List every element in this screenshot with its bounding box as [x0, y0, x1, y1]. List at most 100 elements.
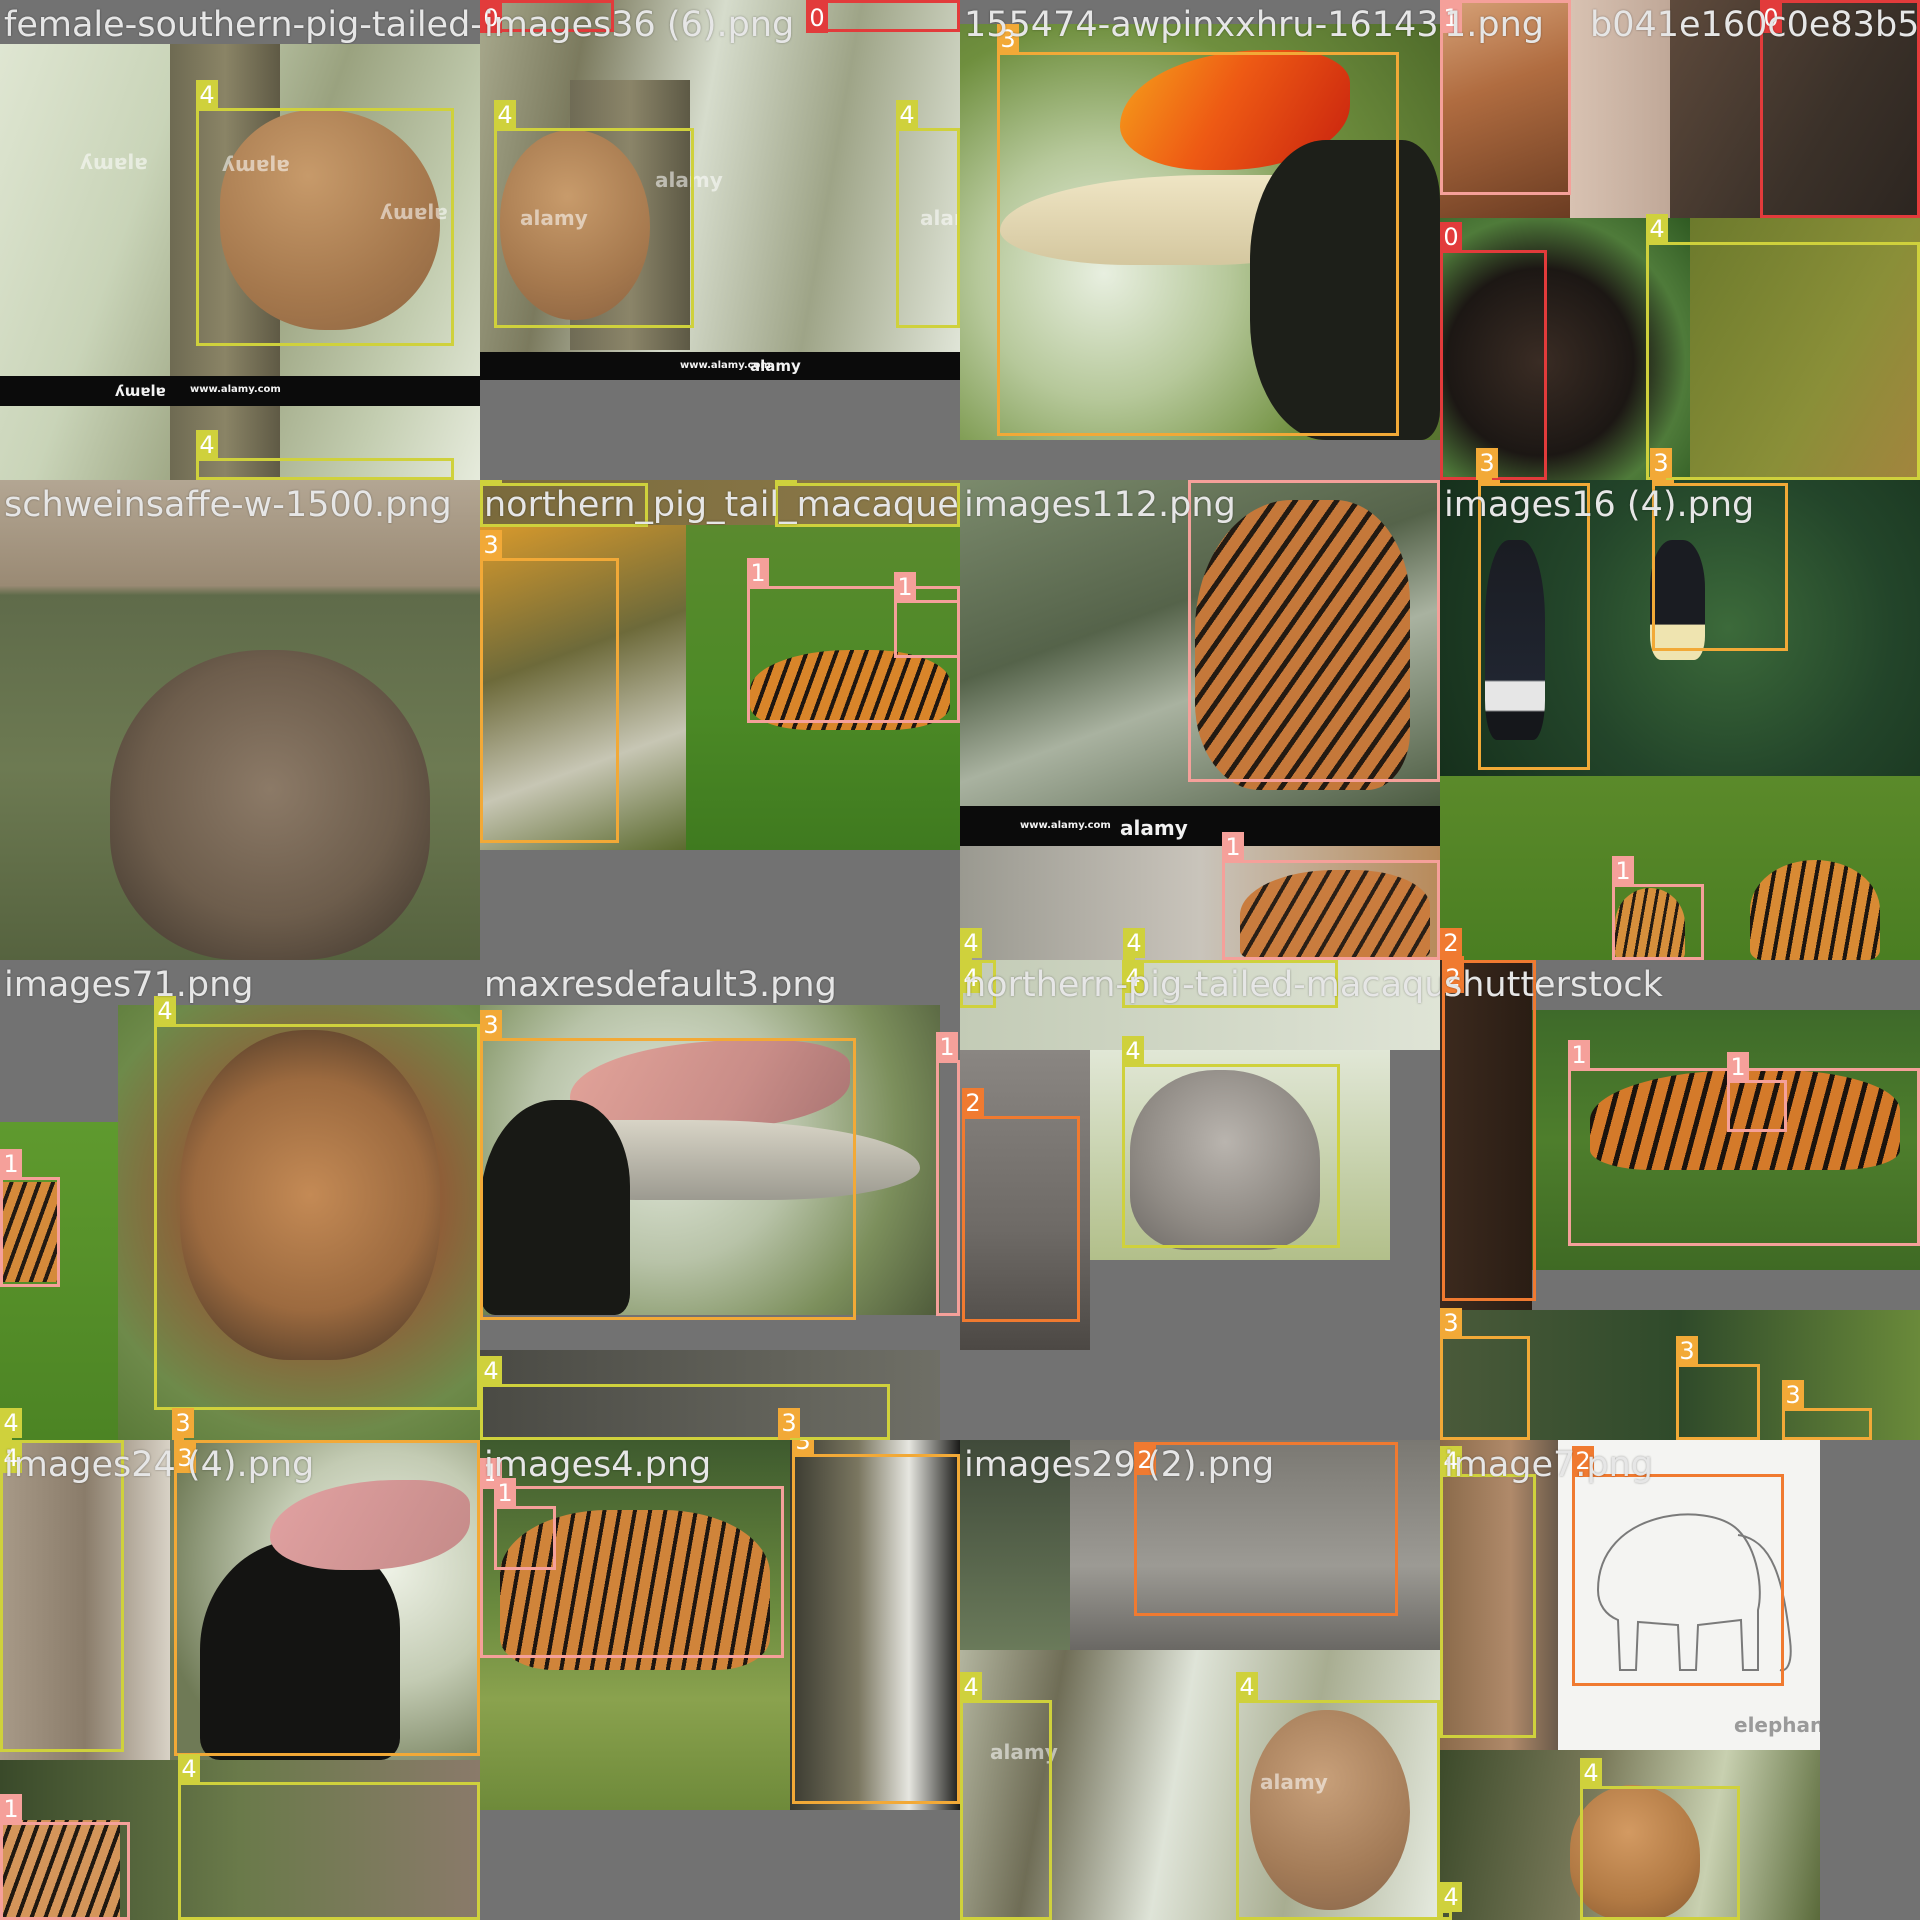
detection-box: 4	[1580, 1758, 1740, 1920]
class-tag: 1	[0, 1794, 22, 1824]
class-tag: 4	[196, 80, 218, 110]
detection-box: 4	[0, 1440, 124, 1752]
stock-strip-url: www.alamy.com	[680, 360, 771, 371]
detection-box: 4	[1122, 1036, 1340, 1248]
class-tag: 4	[1123, 928, 1145, 958]
detection-box: 4	[1236, 1672, 1440, 1920]
tile-filename: images16 (4).png	[1444, 485, 1755, 525]
detection-box: 3	[1676, 1336, 1760, 1440]
class-tag: 1	[1222, 832, 1244, 862]
stock-strip: alamy www.alamy.com	[480, 352, 960, 380]
detection-box: 4	[896, 100, 960, 328]
class-tag: 4	[196, 430, 218, 460]
detection-box: 1	[0, 1149, 60, 1287]
class-tag: 4	[960, 1672, 982, 1702]
tile-filename: images36 (6).png	[484, 5, 795, 45]
class-tag: 3	[1440, 1308, 1462, 1338]
class-tag: 3	[172, 1408, 194, 1438]
class-tag: 1	[936, 1032, 958, 1062]
class-tag: 4	[0, 1408, 22, 1438]
detection-box: 4	[480, 1356, 890, 1440]
alamy-watermark: ʎɯɐlɐ	[80, 150, 148, 174]
detection-box: 2	[1572, 1446, 1784, 1686]
class-tag: 3	[480, 1010, 502, 1040]
mosaic-tile: elephant image7.png 2 4 4 4	[1440, 1440, 1920, 1920]
class-tag: 3	[1676, 1336, 1698, 1366]
class-tag: 4	[1122, 1036, 1144, 1066]
class-tag: 2	[962, 1088, 984, 1118]
class-tag: 4	[1440, 1882, 1462, 1912]
tiger-figure	[1750, 860, 1880, 960]
macaque-face	[110, 650, 430, 960]
class-tag: 1	[894, 572, 916, 602]
class-tag: 1	[0, 1149, 22, 1179]
class-tag: 3	[1650, 448, 1672, 478]
class-tag: 0	[1440, 222, 1462, 252]
stock-strip-logo: ʎɯɐlɐ	[115, 382, 166, 400]
tile-filename: image7.png	[1444, 1445, 1654, 1485]
detection-box: 3	[174, 1440, 480, 1756]
tile-filename: shutterstock	[1444, 965, 1663, 1005]
stock-strip: alamy www.alamy.com	[960, 806, 1440, 846]
detection-box: 2	[962, 1088, 1080, 1322]
detection-box: 3	[997, 24, 1399, 436]
detection-box: 1	[1188, 480, 1440, 782]
detection-box: 1	[894, 572, 960, 658]
detection-box: 1	[1612, 856, 1704, 960]
class-tag: 4	[1646, 214, 1668, 244]
detection-box: 3	[1478, 480, 1590, 770]
stock-strip-url: www.alamy.com	[1020, 820, 1111, 831]
detection-box: 3	[1440, 1308, 1530, 1440]
detection-box: 1	[1222, 832, 1440, 960]
detection-box: 4	[154, 996, 480, 1410]
class-tag: 1	[1612, 856, 1634, 886]
stock-strip-logo: alamy	[1120, 816, 1188, 840]
tile-filename: maxresdefault3.png	[484, 965, 837, 1005]
mosaic-tile: northern_pig_tail_macaque.png 4 4 3 1 1	[480, 480, 960, 960]
class-tag: 4	[178, 1754, 200, 1784]
detection-box: 3	[480, 1010, 856, 1320]
class-tag: 4	[896, 100, 918, 130]
mosaic-tile: images4.png 1 1 3	[480, 1440, 960, 1920]
tile-filename: schweinsaffe-w-1500.png	[4, 485, 452, 525]
detection-box: 1	[936, 1032, 960, 1316]
class-tag: 4	[960, 928, 982, 958]
tile-filename: northern_pig_tail_macaque.png	[484, 485, 960, 525]
detection-box: 4	[494, 100, 694, 328]
class-tag: 1	[1188, 480, 1210, 482]
training-batch-mosaic: ʎɯɐlɐ www.alamy.com ʎɯɐlɐ ʎɯɐlɐ ʎɯɐlɐ fe…	[0, 0, 1920, 1920]
detection-box: 1	[1727, 1052, 1787, 1132]
mosaic-tile: maxresdefault3.png 3 4 3 1	[480, 960, 960, 1440]
class-tag: 3	[1782, 1380, 1804, 1410]
class-tag: 1	[1568, 1040, 1590, 1070]
detection-box: 4	[196, 80, 454, 346]
class-tag: 4	[480, 1356, 502, 1386]
detection-box: 4	[960, 1672, 1052, 1920]
mosaic-tile: 155474-awpinxxhru-1614341140.png 3	[960, 0, 1440, 480]
tile-filename: images24 (4).png	[4, 1445, 315, 1485]
mosaic-tile: schweinsaffe-w-1500.png	[0, 480, 480, 960]
mosaic-tile: ʎɯɐlɐ www.alamy.com ʎɯɐlɐ ʎɯɐlɐ ʎɯɐlɐ fe…	[0, 0, 480, 480]
detection-box: 3	[792, 1440, 960, 1804]
detection-box: 0	[1440, 222, 1547, 480]
mosaic-tile: images71.png 4 1 4 3	[0, 960, 480, 1440]
tile-filename: female-southern-pig-tailed-macaque-climb…	[4, 5, 480, 45]
mosaic-tile: images16 (4).png 3 3 1 2	[1440, 480, 1920, 960]
tile-filename: images112.png	[964, 485, 1236, 525]
tile-filename: images4.png	[484, 1445, 712, 1485]
class-tag: 3	[480, 530, 502, 560]
detection-box: 0	[806, 0, 960, 33]
mosaic-tile: images24 (4).png 4 3 1 4	[0, 1440, 480, 1920]
class-tag: 4	[1236, 1672, 1258, 1702]
tile-filename: images29 (2).png	[964, 1445, 1275, 1485]
detection-box: 4	[1440, 1446, 1536, 1738]
detection-box: 3	[1782, 1380, 1872, 1440]
tile-filename: northern-pig-tailed-macaque-image.png	[964, 965, 1440, 1005]
mosaic-tile: alamy www.alamy.com images112.png 1 1 4 …	[960, 480, 1440, 960]
class-tag: 3	[792, 1440, 814, 1456]
class-tag: 4	[494, 100, 516, 130]
class-tag: 3	[1476, 448, 1498, 478]
detection-box: 4	[1440, 1882, 1462, 1920]
detection-box: 1	[0, 1794, 130, 1920]
mosaic-tile: northern-pig-tailed-macaque-image.png 4 …	[960, 960, 1440, 1440]
